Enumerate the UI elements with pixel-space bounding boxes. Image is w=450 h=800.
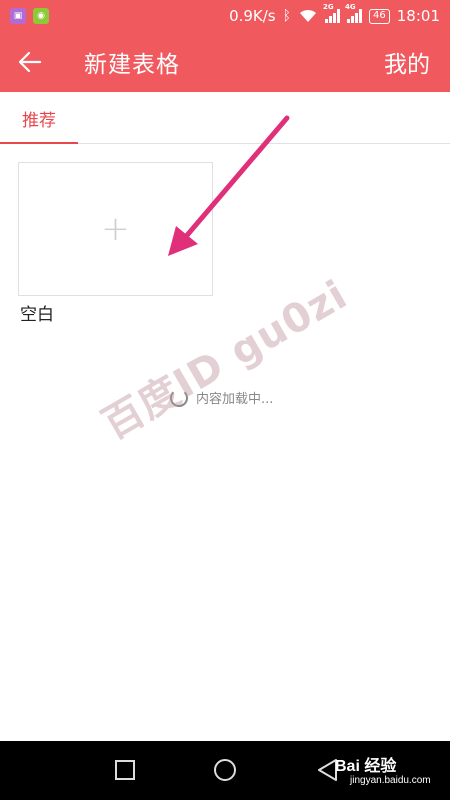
status-bar: ▣ ◉ 0.9K/s ᛒ 2G 4G 46 18:01: [0, 0, 450, 32]
network-speed: 0.9K/s: [229, 7, 276, 25]
gallery-notification-icon: ▣: [10, 8, 26, 24]
recent-apps-button[interactable]: [115, 760, 135, 780]
battery-indicator: 46: [369, 8, 390, 24]
sim2-network-type: 4G: [345, 3, 356, 11]
back-arrow-icon: [18, 51, 42, 73]
tab-active-indicator: [0, 142, 78, 144]
brand-logo: Bai 经验: [335, 758, 397, 775]
tab-recommended[interactable]: 推荐: [0, 92, 78, 144]
signal-sim1-icon: 2G: [323, 3, 341, 23]
app-bar: 新建表格 我的: [0, 32, 450, 92]
page-title: 新建表格: [84, 52, 180, 78]
brand-url: jingyan.baidu.com: [350, 775, 431, 786]
status-bar-left: ▣ ◉: [10, 8, 49, 24]
app-notification-icon: ◉: [33, 8, 49, 24]
wifi-icon: [300, 9, 317, 22]
back-button[interactable]: [0, 32, 60, 92]
clock: 18:01: [396, 7, 440, 25]
template-label: 空白: [20, 305, 54, 325]
home-button[interactable]: [214, 759, 236, 781]
signal-sim2-icon: 4G: [345, 3, 363, 23]
tab-bar: 推荐: [0, 92, 450, 144]
bluetooth-icon: ᛒ: [282, 8, 292, 24]
status-bar-right: 0.9K/s ᛒ 2G 4G 46 18:01: [229, 3, 440, 25]
plus-icon: +: [101, 209, 130, 249]
mine-button[interactable]: 我的: [384, 45, 430, 79]
sim1-network-type: 2G: [323, 3, 334, 11]
blank-template-card[interactable]: +: [18, 162, 213, 296]
